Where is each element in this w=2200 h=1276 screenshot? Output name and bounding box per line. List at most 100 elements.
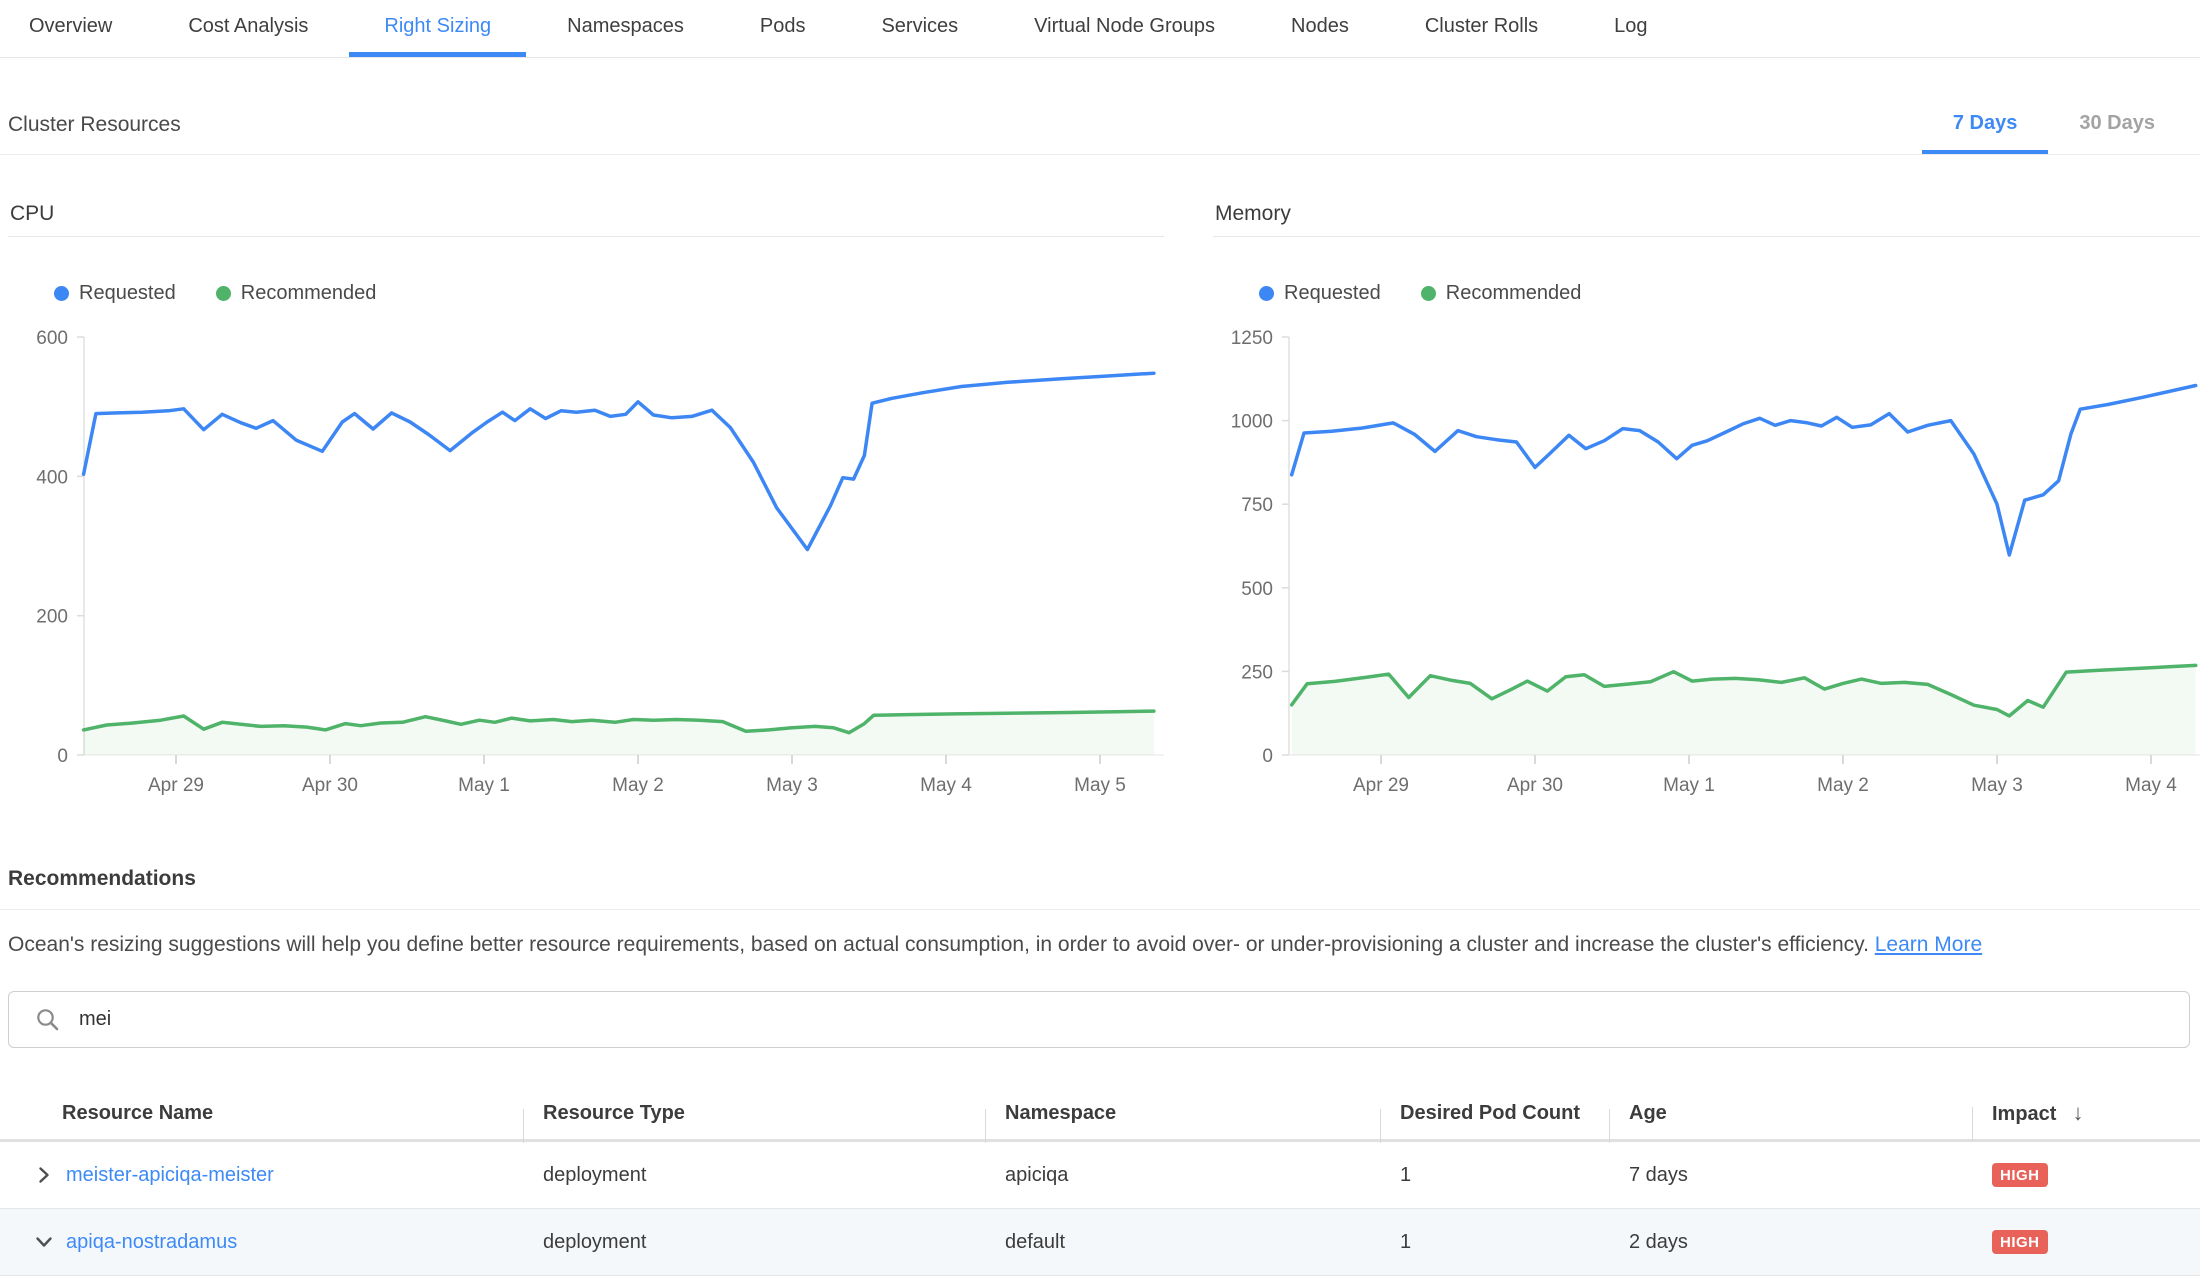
svg-text:1000: 1000 — [1231, 412, 1273, 433]
impact-high-badge: HIGH — [1992, 1230, 2048, 1254]
svg-text:200: 200 — [36, 607, 68, 628]
cell-namespace: default — [985, 1231, 1380, 1254]
cell-resource-name: apiqa-nostradamus — [0, 1231, 523, 1254]
legend-dot-requested — [54, 286, 69, 301]
svg-text:0: 0 — [1262, 746, 1273, 767]
svg-text:Apr 30: Apr 30 — [302, 775, 358, 796]
svg-text:0: 0 — [57, 746, 68, 767]
resource-name-link[interactable]: apiqa-nostradamus — [66, 1231, 237, 1254]
tab-pods[interactable]: Pods — [725, 0, 841, 57]
svg-text:600: 600 — [36, 328, 68, 349]
header-cell-impact[interactable]: Impact ↓ — [1972, 1100, 2200, 1126]
legend-label: Requested — [79, 282, 176, 305]
recommendations-title: Recommendations — [8, 867, 196, 891]
tab-namespaces[interactable]: Namespaces — [532, 0, 719, 57]
svg-text:May 3: May 3 — [766, 775, 818, 796]
chart-title: Memory — [1213, 196, 2200, 237]
recommendations-description-text: Ocean's resizing suggestions will help y… — [8, 933, 1869, 956]
header-cell-resource-type[interactable]: Resource Type — [523, 1102, 985, 1125]
cell-desired-pod-count: 1 — [1380, 1164, 1609, 1187]
legend-dot-recommended — [1421, 286, 1436, 301]
header-label: Resource Type — [543, 1102, 685, 1124]
header-label: Impact — [1992, 1103, 2056, 1125]
header-label: Resource Name — [62, 1102, 213, 1124]
range-7-days[interactable]: 7 Days — [1922, 96, 2049, 154]
legend-item-requested[interactable]: Requested — [1259, 282, 1381, 305]
search-input[interactable] — [77, 1007, 2177, 1032]
legend-label: Recommended — [1446, 282, 1582, 305]
chart-legend: Requested Recommended — [54, 281, 1164, 305]
header-label: Namespace — [1005, 1102, 1116, 1124]
svg-text:Apr 29: Apr 29 — [1353, 775, 1409, 796]
svg-text:Apr 29: Apr 29 — [148, 775, 204, 796]
section-recommendations: Recommendations — [0, 848, 2200, 910]
cell-desired-pod-count: 1 — [1380, 1231, 1609, 1254]
tab-cluster-rolls[interactable]: Cluster Rolls — [1390, 0, 1573, 57]
table-row: apiqa-nostradamus deploymentdefault12 day… — [0, 1209, 2200, 1276]
search-icon — [35, 1007, 61, 1033]
header-cell-namespace[interactable]: Namespace — [985, 1102, 1380, 1125]
resource-name-link[interactable]: meister-apiciqa-meister — [66, 1164, 274, 1187]
chart-title: CPU — [8, 196, 1164, 237]
tab-services[interactable]: Services — [846, 0, 993, 57]
impact-high-badge: HIGH — [1992, 1163, 2048, 1187]
header-label: Age — [1629, 1102, 1667, 1124]
cell-impact: HIGH — [1972, 1163, 2200, 1187]
tab-cost-analysis[interactable]: Cost Analysis — [153, 0, 343, 57]
svg-text:May 2: May 2 — [1817, 775, 1869, 796]
table-header: Resource Name Resource Type Namespace Desir… — [0, 1087, 2200, 1142]
sort-desc-icon: ↓ — [2072, 1100, 2083, 1125]
svg-text:May 2: May 2 — [612, 775, 664, 796]
legend-item-requested[interactable]: Requested — [54, 282, 176, 305]
chevron-down-icon — [34, 1232, 54, 1252]
svg-text:May 4: May 4 — [2125, 775, 2177, 796]
legend-dot-requested — [1259, 286, 1274, 301]
section-cluster-resources: Cluster Resources 7 Days30 Days — [0, 96, 2200, 155]
cell-resource-type: deployment — [523, 1164, 985, 1187]
cell-resource-name: meister-apiciqa-meister — [0, 1164, 523, 1187]
svg-text:400: 400 — [36, 467, 68, 488]
legend-dot-recommended — [216, 286, 231, 301]
table-row: meister-apiciqa-meister deploymentapiciqa… — [0, 1142, 2200, 1209]
cpu-chart-panel: CPU Requested Recommended 0 200 400 600 Apr 2… — [8, 196, 1164, 796]
cell-impact: HIGH — [1972, 1230, 2200, 1254]
tab-virtual-node-groups[interactable]: Virtual Node Groups — [999, 0, 1250, 57]
cell-age: 7 days — [1609, 1164, 1972, 1187]
row-expand-toggle[interactable] — [34, 1165, 54, 1185]
search-box — [8, 991, 2190, 1048]
legend-item-recommended[interactable]: Recommended — [1421, 282, 1582, 305]
legend-item-recommended[interactable]: Recommended — [216, 282, 377, 305]
header-cell-resource-name[interactable]: Resource Name — [0, 1102, 523, 1125]
tab-log[interactable]: Log — [1579, 0, 1682, 57]
chevron-right-icon — [34, 1165, 54, 1185]
svg-text:250: 250 — [1241, 662, 1273, 683]
svg-text:Apr 30: Apr 30 — [1507, 775, 1563, 796]
header-cell-age[interactable]: Age — [1609, 1102, 1972, 1125]
chart-legend: Requested Recommended — [1259, 281, 2200, 305]
cell-age: 2 days — [1609, 1231, 1972, 1254]
svg-text:500: 500 — [1241, 579, 1273, 600]
recommendations-description: Ocean's resizing suggestions will help y… — [8, 932, 2192, 958]
tab-nodes[interactable]: Nodes — [1256, 0, 1384, 57]
row-expand-toggle[interactable] — [34, 1232, 54, 1252]
svg-text:May 1: May 1 — [1663, 775, 1715, 796]
range-30-days[interactable]: 30 Days — [2048, 96, 2186, 154]
learn-more-link[interactable]: Learn More — [1875, 933, 1982, 956]
svg-text:May 1: May 1 — [458, 775, 510, 796]
tab-overview[interactable]: Overview — [0, 0, 147, 57]
table-body: meister-apiciqa-meisterdeploymentapiciqa… — [0, 1142, 2200, 1276]
tab-right-sizing[interactable]: Right Sizing — [349, 0, 526, 57]
resources-table: Resource Name Resource Type Namespace Desir… — [0, 1087, 2200, 1276]
cpu-chart-svg: 0 200 400 600 Apr 29 Apr 30 May 1 May 2 May 3 May… — [8, 321, 1164, 796]
memory-chart-svg: 0 250 500 750 1000 1250 Apr 29 Apr 30 May 1 May 2… — [1213, 321, 2200, 796]
header-cell-desired-pod-count[interactable]: Desired Pod Count — [1380, 1102, 1609, 1125]
header-label: Desired Pod Count — [1400, 1102, 1580, 1124]
cell-namespace: apiciqa — [985, 1164, 1380, 1187]
cell-resource-type: deployment — [523, 1231, 985, 1254]
svg-text:May 4: May 4 — [920, 775, 972, 796]
cluster-resources-title: Cluster Resources — [8, 113, 181, 137]
legend-label: Recommended — [241, 282, 377, 305]
svg-text:750: 750 — [1241, 495, 1273, 516]
svg-text:1250: 1250 — [1231, 328, 1273, 349]
svg-text:May 3: May 3 — [1971, 775, 2023, 796]
